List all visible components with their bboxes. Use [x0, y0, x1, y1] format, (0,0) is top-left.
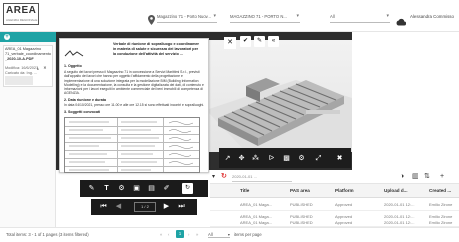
- walk-icon[interactable]: ᐅ: [266, 153, 277, 164]
- next-page-icon[interactable]: ›: [188, 232, 189, 237]
- model-tree-icon[interactable]: ⁂: [250, 153, 261, 164]
- pan-icon[interactable]: ✥: [236, 153, 247, 164]
- cell-created: Emilio Zirone: [429, 202, 453, 207]
- next-page-icon[interactable]: ▶: [161, 201, 172, 212]
- warehouse-model: [206, 78, 352, 152]
- save-icon[interactable]: ▣: [131, 183, 142, 194]
- settings-icon[interactable]: ⚙: [116, 183, 127, 194]
- cell-upload-date: 2020-01-01 12:...: [384, 202, 415, 207]
- document-section-3: 3. Soggetti convocati: [64, 110, 101, 114]
- cell-platform: Approved: [335, 220, 353, 225]
- document-section-2: 2. Data riunione e durata: [64, 98, 106, 102]
- user-name[interactable]: Alessandra Commisso: [410, 13, 455, 21]
- document-paragraph-1: A seguito dei lavori presso il Magazzino…: [64, 70, 204, 96]
- cell-pas-area: PUBLISHED: [290, 220, 313, 225]
- table-header: Title PAS area Platform Upload d... Crea…: [210, 184, 459, 198]
- document-actions[interactable]: ⤓ ✕: [37, 56, 49, 70]
- first-page-icon[interactable]: «: [160, 232, 162, 237]
- document-title-3: la conduzione dell'attività del servizio…: [113, 52, 183, 56]
- filter-select[interactable]: All ▾: [330, 11, 390, 23]
- chevron-down-icon: ▾: [213, 13, 216, 19]
- page-number-input[interactable]: 1 / 2: [134, 202, 156, 212]
- viewer-handle[interactable]: [199, 40, 204, 45]
- document-title-1: Verbale di riunione di sopralluogo e coo…: [113, 42, 204, 46]
- filter-icon[interactable]: ▾: [212, 173, 218, 181]
- table-row[interactable]: AREA_01 Maga... PUBLISHED Approved 2020-…: [210, 199, 459, 211]
- sort-icon[interactable]: ⇅: [424, 172, 432, 182]
- cloud-icon[interactable]: [396, 13, 407, 26]
- close-icon[interactable]: ✕: [224, 37, 236, 49]
- table-row[interactable]: AREA_01 Maga... PUBLISHED Approved 2020-…: [210, 219, 459, 227]
- pen-icon[interactable]: ✎: [86, 183, 97, 194]
- current-page[interactable]: 1: [176, 230, 184, 238]
- view-toggle-icon[interactable]: ◑: [400, 172, 408, 182]
- map-pin-icon: [148, 12, 155, 25]
- document-paragraph-2: In data 04/10/2021, presso ore 11.00 e a…: [64, 103, 205, 107]
- logo-subtitle: AGENZIA REGIONALE: [6, 18, 38, 22]
- document-title-2: in materia di salute e sicurezza dei lav…: [113, 47, 199, 51]
- column-header-created[interactable]: Created ...: [429, 184, 451, 198]
- document-attendance-table: [64, 117, 200, 173]
- document-section-1: 1. Oggetto: [64, 64, 82, 68]
- text-tool-icon[interactable]: T: [101, 183, 112, 194]
- add-icon[interactable]: +: [440, 172, 448, 182]
- cell-created: Emilio Zirone: [429, 220, 453, 225]
- rewind-icon[interactable]: «: [268, 36, 279, 47]
- area-select[interactable]: MAGAZZINO 71 - PORTO N... ▾: [230, 11, 300, 23]
- cell-title: AREA_01 Maga...: [240, 202, 273, 207]
- total-items-text: Total items: 3 - 1 of 1 pages (3 items f…: [6, 232, 89, 237]
- edit-icon[interactable]: ✐: [161, 183, 172, 194]
- project-select-value: Magazzino 71 - Porto Nuov...: [157, 14, 211, 19]
- refresh-icon[interactable]: ↻: [182, 183, 193, 194]
- image-icon[interactable]: ▤: [146, 183, 157, 194]
- column-header-title[interactable]: Title: [240, 184, 249, 198]
- filter-select-value: All: [330, 14, 335, 19]
- project-select[interactable]: Magazzino 71 - Porto Nuov... ▾: [157, 11, 217, 23]
- chevron-down-icon: ▾: [227, 232, 230, 237]
- orbit-icon[interactable]: ↗: [222, 153, 233, 164]
- last-page-icon[interactable]: ⏭: [176, 201, 187, 212]
- model-viewport[interactable]: [206, 40, 352, 152]
- logo-text: AREA: [6, 5, 37, 16]
- add-icon[interactable]: +: [4, 34, 10, 40]
- last-page-icon[interactable]: »: [196, 232, 198, 237]
- refresh-table-icon[interactable]: ↻: [221, 173, 229, 181]
- app-logo[interactable]: AREA AGENZIA REGIONALE: [3, 3, 39, 25]
- cell-title: AREA_01 Maga...: [240, 220, 273, 225]
- confirm-icon[interactable]: ✔: [240, 36, 251, 47]
- cross-tool-icon[interactable]: ✖: [334, 153, 345, 164]
- search-input[interactable]: 2020-01-01 ...: [232, 172, 292, 182]
- pin-icon[interactable]: ✎: [254, 36, 265, 47]
- column-header-platform[interactable]: Platform: [335, 184, 354, 198]
- chevron-down-icon: ▾: [296, 13, 299, 19]
- prev-page-icon[interactable]: ‹: [168, 232, 169, 237]
- document-logo: [64, 45, 84, 57]
- cell-platform: Approved: [335, 202, 353, 207]
- prev-page-icon[interactable]: ◀: [113, 201, 124, 212]
- per-page-value: All: [208, 232, 213, 237]
- explode-icon[interactable]: ▩: [281, 153, 292, 164]
- chevron-down-icon: ▾: [386, 13, 389, 19]
- document-thumbnail: [5, 76, 33, 85]
- column-header-upload-date[interactable]: Upload d...: [384, 184, 407, 198]
- settings-icon[interactable]: ⚙: [296, 153, 307, 164]
- first-page-icon[interactable]: ⏮: [98, 201, 109, 212]
- columns-icon[interactable]: ▥: [412, 172, 420, 182]
- per-page-select[interactable]: All ▾: [208, 232, 230, 238]
- cell-pas-area: PUBLISHED: [290, 202, 313, 207]
- per-page-label: items per page: [234, 232, 262, 237]
- cell-upload-date: 2020-01-01 12:...: [384, 220, 415, 225]
- column-header-pas-area[interactable]: PAS area: [290, 184, 310, 198]
- fullscreen-icon[interactable]: ⤢: [313, 153, 324, 164]
- area-select-value: MAGAZZINO 71 - PORTO N...: [230, 14, 287, 19]
